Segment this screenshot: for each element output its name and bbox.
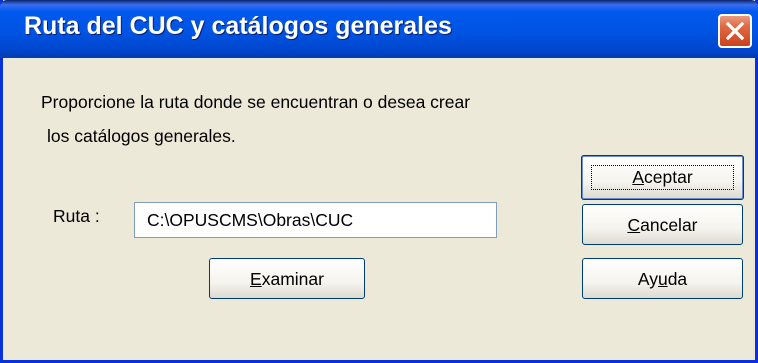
close-button[interactable] xyxy=(718,14,752,48)
ayuda-button[interactable]: Ayuda xyxy=(582,258,743,299)
ayuda-button-label: Ayuda xyxy=(637,269,688,289)
aceptar-button[interactable]: Aceptar xyxy=(581,155,744,200)
ruta-input-value: C:\OPUSCMS\Obras\CUC xyxy=(147,210,354,230)
cancelar-button-label: Cancelar xyxy=(627,215,698,235)
dialog-window: Ruta del CUC y catálogos generales Propo… xyxy=(0,0,758,363)
examinar-button[interactable]: Examinar xyxy=(209,258,365,299)
prompt-line-2: los catálogos generales. xyxy=(47,126,236,146)
aceptar-button-label: Aceptar xyxy=(632,167,693,187)
examinar-button-label: Examinar xyxy=(250,269,324,289)
title-bar[interactable]: Ruta del CUC y catálogos generales xyxy=(0,0,758,58)
cancelar-button[interactable]: Cancelar xyxy=(582,204,743,245)
prompt-line-1: Proporcione la ruta donde se encuentran … xyxy=(41,92,471,112)
ruta-label: Ruta : xyxy=(53,206,100,226)
ruta-input[interactable]: C:\OPUSCMS\Obras\CUC xyxy=(134,202,497,238)
window-title: Ruta del CUC y catálogos generales xyxy=(24,12,452,40)
close-icon xyxy=(726,22,744,40)
